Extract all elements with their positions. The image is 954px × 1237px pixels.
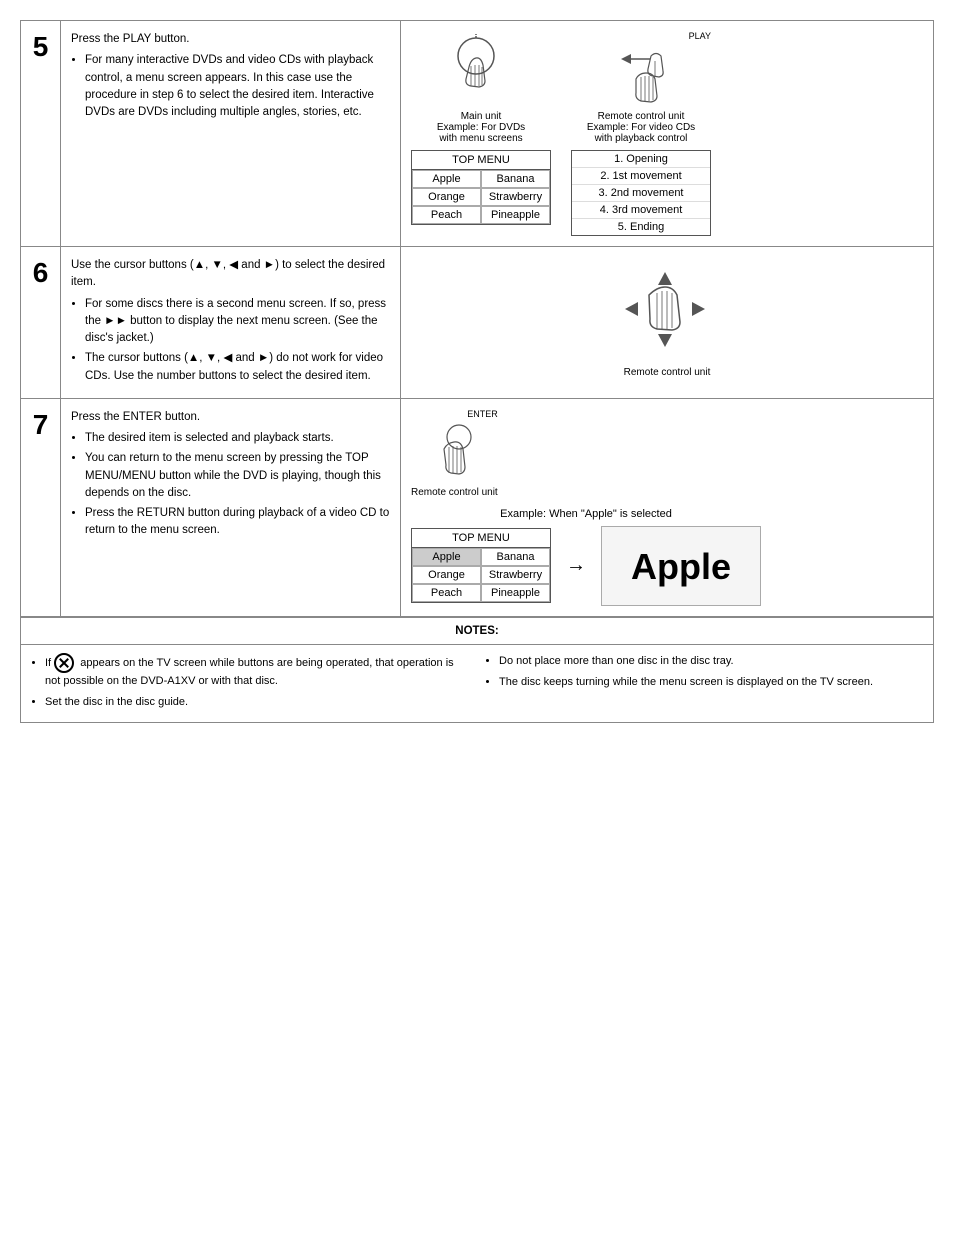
step-5-row: 5 Press the PLAY button. For many intera… [21, 21, 934, 247]
instruction-table: 5 Press the PLAY button. For many intera… [20, 20, 934, 617]
step-5-text: Press the PLAY button. For many interact… [61, 21, 401, 247]
step-5-li-1: For many interactive DVDs and video CDs … [85, 52, 390, 121]
step-7-number: 7 [21, 398, 61, 616]
step-5-top-menu: TOP MENU Apple Banana Orange Strawberry … [411, 150, 551, 225]
notes-left-li-1: If appears on the TV screen while button… [45, 653, 467, 691]
step-5-number: 5 [21, 21, 61, 247]
menu-cell-apple-7: Apple [412, 548, 481, 566]
step-7-remote-area: ENTER Remote control unit [411, 409, 761, 498]
menu-grid-7: Apple Banana Orange Strawberry Peach Pin… [412, 548, 550, 602]
notes-section: NOTES: If appears on the TV screen while… [20, 617, 934, 724]
notes-left-li-2: Set the disc in the disc guide. [45, 694, 467, 712]
menu-cell-banana-7: Banana [481, 548, 550, 566]
playlist-item-2: 2. 1st movement [572, 168, 710, 185]
menu-cell-banana-5: Banana [481, 170, 550, 188]
top-menu-title-7: TOP MENU [412, 529, 550, 548]
playlist-item-4: 4. 3rd movement [572, 202, 710, 219]
step-7-remote-col: ENTER Remote control unit [411, 409, 498, 498]
menu-cell-strawberry-5: Strawberry [481, 188, 550, 206]
notes-right-list: Do not place more than one disc in the d… [499, 653, 921, 691]
apple-result-box: Apple [601, 526, 761, 606]
step-6-li-2: The cursor buttons (▲, ▼, ◀ and ►) do no… [85, 350, 390, 385]
step-5-list: For many interactive DVDs and video CDs … [85, 52, 390, 121]
enter-label: ENTER [411, 409, 498, 419]
top-menu-title-5: TOP MENU [412, 151, 550, 170]
step-7-list: The desired item is selected and playbac… [85, 430, 390, 540]
step-7-bottom-row: TOP MENU Apple Banana Orange Strawberry … [411, 526, 761, 606]
step-5-remote-unit: PLAY Remote [571, 31, 711, 236]
menu-cell-peach-5: Peach [412, 206, 481, 224]
step-5-main-unit: Main unit Example: For DVDs with menu sc… [411, 31, 551, 236]
main-unit-label: Main unit [461, 111, 502, 122]
step-5-para-1: Press the PLAY button. [71, 31, 390, 48]
step-7-row: 7 Press the ENTER button. The desired it… [21, 398, 934, 616]
remote-unit-label-5: Remote control unit [598, 111, 685, 122]
step-6-diagram: Remote control unit [401, 247, 934, 399]
step-6-text: Use the cursor buttons (▲, ▼, ◀ and ►) t… [61, 247, 401, 399]
step-6-diagram-inner: Remote control unit [411, 257, 923, 378]
playlist-item-5: 5. Ending [572, 219, 710, 235]
notes-left-col: If appears on the TV screen while button… [33, 653, 467, 714]
step-7-text: Press the ENTER button. The desired item… [61, 398, 401, 616]
menu-cell-strawberry-7: Strawberry [481, 566, 550, 584]
arrow-col: → [561, 554, 591, 577]
playlist-item-1: 1. Opening [572, 151, 710, 168]
step-5-diagram-inner: Main unit Example: For DVDs with menu sc… [411, 31, 923, 236]
main-unit-hand-svg [441, 31, 521, 111]
step-6-number: 6 [21, 247, 61, 399]
playlist-item-3: 3. 2nd movement [572, 185, 710, 202]
step-7-menu-col: TOP MENU Apple Banana Orange Strawberry … [411, 528, 551, 603]
step-7-left-content: ENTER Remote control unit [411, 409, 761, 606]
right-arrow-icon: → [561, 554, 591, 576]
remote-hand-svg-5 [601, 41, 681, 111]
remote-unit-sub-5: Example: For video CDs with playback con… [586, 122, 696, 144]
step-7-li-3: Press the RETURN button during playback … [85, 505, 390, 540]
menu-cell-pineapple-5: Pineapple [481, 206, 550, 224]
step-7-diagram: ENTER Remote control unit [401, 398, 934, 616]
step-6-list: For some discs there is a second menu sc… [85, 296, 390, 385]
remote-enter-svg [419, 419, 489, 484]
step-7-li-2: You can return to the menu screen by pre… [85, 450, 390, 502]
notes-columns: If appears on the TV screen while button… [33, 653, 921, 714]
notes-right-li-1: Do not place more than one disc in the d… [499, 653, 921, 671]
notes-right-col: Do not place more than one disc in the d… [487, 653, 921, 714]
menu-cell-orange-7: Orange [412, 566, 481, 584]
step-5-diagram: Main unit Example: For DVDs with menu sc… [401, 21, 934, 247]
step-7-example-text: Example: When "Apple" is selected [411, 508, 761, 520]
step-7-top-menu: TOP MENU Apple Banana Orange Strawberry … [411, 528, 551, 603]
step-7-example-area: Example: When "Apple" is selected TOP ME… [411, 508, 761, 606]
playlist-box-5: 1. Opening 2. 1st movement 3. 2nd moveme… [571, 150, 711, 236]
notes-title: NOTES: [21, 618, 933, 645]
remote-directional-svg [607, 257, 727, 367]
menu-cell-peach-7: Peach [412, 584, 481, 602]
menu-cell-orange-5: Orange [412, 188, 481, 206]
step-7-li-1: The desired item is selected and playbac… [85, 430, 390, 447]
step-6-para-1: Use the cursor buttons (▲, ▼, ◀ and ►) t… [71, 257, 390, 292]
step-6-row: 6 Use the cursor buttons (▲, ▼, ◀ and ►)… [21, 247, 934, 399]
no-entry-icon [54, 653, 74, 673]
menu-cell-pineapple-7: Pineapple [481, 584, 550, 602]
step-7-diagram-inner: ENTER Remote control unit [411, 409, 923, 606]
step-6-li-1: For some discs there is a second menu sc… [85, 296, 390, 348]
step-7-para-1: Press the ENTER button. [71, 409, 390, 426]
remote-unit-label-6: Remote control unit [624, 367, 711, 378]
main-unit-sub: Example: For DVDs with menu screens [436, 122, 526, 144]
notes-left-list: If appears on the TV screen while button… [45, 653, 467, 711]
menu-cell-apple-5: Apple [412, 170, 481, 188]
menu-grid-5: Apple Banana Orange Strawberry Peach Pin… [412, 170, 550, 224]
remote-unit-label-7: Remote control unit [411, 487, 498, 498]
play-label: PLAY [571, 31, 711, 41]
notes-right-li-2: The disc keeps turning while the menu sc… [499, 674, 921, 692]
